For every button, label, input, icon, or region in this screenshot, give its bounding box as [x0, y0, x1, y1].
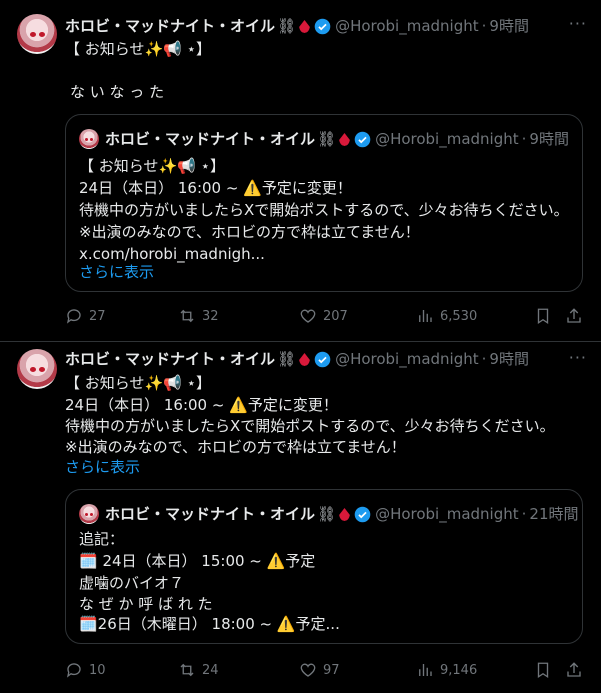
separator-dot: ·	[481, 350, 487, 368]
separator-dot: ·	[481, 17, 487, 35]
views-button[interactable]: 6,530	[416, 306, 477, 326]
verified-badge-icon	[354, 131, 371, 148]
tweet-text-line: ※出演のみなので、ホロビの方で枠は立てません！	[65, 438, 406, 456]
show-more-link[interactable]: さらに表示	[65, 457, 140, 477]
reply-button[interactable]: 10	[65, 660, 106, 680]
views-button[interactable]: 9,146	[416, 660, 477, 680]
bookmark-button[interactable]	[534, 660, 552, 680]
blood-drop-icon	[339, 133, 350, 146]
share-icon	[567, 662, 581, 677]
share-button[interactable]	[565, 660, 583, 680]
repost-icon	[180, 309, 194, 323]
tweet-text-line: な い な っ た	[70, 83, 165, 101]
tweet-text-line: 24日（本日） 16:00 ~ ⚠️予定に変更！	[65, 396, 338, 414]
quoted-author-name: ホロビ・マッドナイト・オイル	[105, 130, 316, 148]
quoted-text-line: 待機中の方がいましたらXで開始ポストするので、少々お待ちください。	[79, 201, 569, 219]
bookmark-icon	[537, 662, 549, 679]
quoted-time: 9時間	[529, 130, 569, 148]
repost-icon	[180, 663, 194, 677]
quoted-author-handle: @Horobi_madnight	[375, 130, 519, 148]
repost-button[interactable]: 32	[178, 306, 219, 326]
share-icon	[567, 308, 581, 323]
views-icon	[419, 664, 432, 676]
reply-count: 10	[89, 662, 106, 678]
quoted-text-line: 🗓️ 24日（本日） 15:00 ~ ⚠️予定	[79, 552, 316, 570]
view-count: 6,530	[440, 308, 478, 324]
avatar[interactable]	[17, 349, 57, 389]
author-name[interactable]: ホロビ・マッドナイト・オイル	[65, 16, 275, 36]
quoted-text-line: 【 お知らせ✨📢 ⋆】	[79, 157, 225, 175]
like-button[interactable]: 207	[299, 306, 348, 326]
avatar[interactable]	[17, 14, 57, 54]
more-options-icon[interactable]: ···	[569, 348, 587, 367]
reply-count: 27	[89, 308, 106, 324]
quoted-author-handle: @Horobi_madnight	[375, 505, 519, 523]
quoted-avatar	[79, 129, 99, 149]
more-options-icon[interactable]: ···	[569, 14, 587, 33]
tweet-text-line: 【 お知らせ✨📢 ⋆】	[65, 40, 211, 58]
verified-badge-icon	[314, 18, 331, 35]
separator-dot: ·	[521, 505, 527, 523]
tweet-2[interactable]: ホロビ・マッドナイト・オイル ⛓ @Horobi_madnight · 9時間 …	[0, 342, 601, 693]
quoted-header: ホロビ・マッドナイト・オイル ⛓ @Horobi_madnight · 9時間	[105, 129, 569, 149]
reply-icon	[66, 309, 81, 324]
verified-badge-icon	[314, 351, 331, 368]
like-count: 207	[323, 308, 348, 324]
repost-button[interactable]: 24	[178, 660, 219, 680]
quoted-author-name: ホロビ・マッドナイト・オイル	[105, 505, 316, 523]
quoted-text-line: 追記：	[79, 530, 125, 548]
quoted-time: 21時間	[529, 505, 579, 523]
quoted-tweet[interactable]: ホロビ・マッドナイト・オイル ⛓ @Horobi_madnight · 21時間…	[65, 489, 583, 644]
chain-icon: ⛓	[277, 350, 297, 368]
repost-count: 24	[202, 662, 219, 678]
chain-icon: ⛓	[317, 505, 337, 523]
repost-count: 32	[202, 308, 219, 324]
tweet-time[interactable]: 9時間	[489, 16, 529, 36]
tweet-text-line: 【 お知らせ✨📢 ⋆】	[65, 374, 211, 392]
bookmark-icon	[537, 308, 549, 325]
author-handle[interactable]: @Horobi_madnight	[335, 349, 479, 369]
quoted-avatar	[79, 504, 99, 524]
show-more-link[interactable]: さらに表示	[79, 262, 154, 282]
quoted-text-line: 虚噛のバイオ７	[79, 574, 185, 592]
chain-icon: ⛓	[277, 17, 297, 35]
tweet-time[interactable]: 9時間	[489, 349, 529, 369]
like-button[interactable]: 97	[299, 660, 340, 680]
blood-drop-icon	[299, 353, 310, 366]
tweet-1[interactable]: ホロビ・マッドナイト・オイル ⛓ @Horobi_madnight · 9時間 …	[0, 0, 601, 341]
blood-drop-icon	[339, 508, 350, 521]
author-handle[interactable]: @Horobi_madnight	[335, 16, 479, 36]
tweet-header: ホロビ・マッドナイト・オイル ⛓ @Horobi_madnight · 9時間	[65, 349, 529, 369]
views-icon	[419, 310, 432, 322]
quoted-text-line: 🗓️26日（木曜日） 18:00 ~ ⚠️予定...	[79, 615, 340, 633]
reply-icon	[66, 663, 81, 678]
bookmark-button[interactable]	[534, 306, 552, 326]
tweet-header: ホロビ・マッドナイト・オイル ⛓ @Horobi_madnight · 9時間	[65, 16, 529, 36]
share-button[interactable]	[565, 306, 583, 326]
tweet-text-line: 待機中の方がいましたらXで開始ポストするので、少々お待ちください。	[65, 417, 555, 435]
tweet-actions: 10 24 97 9,146	[65, 660, 587, 680]
quoted-text-line: ※出演のみなので、ホロビの方で枠は立てません！	[79, 223, 420, 241]
heart-icon	[300, 663, 316, 677]
author-name[interactable]: ホロビ・マッドナイト・オイル	[65, 349, 275, 369]
chain-icon: ⛓	[317, 130, 337, 148]
separator-dot: ·	[521, 130, 527, 148]
like-count: 97	[323, 662, 340, 678]
quoted-text-line: な ぜ か 呼 ば れ た	[79, 595, 213, 613]
view-count: 9,146	[440, 662, 478, 678]
quoted-tweet[interactable]: ホロビ・マッドナイト・オイル ⛓ @Horobi_madnight · 9時間 …	[65, 114, 583, 292]
quoted-text-line: 24日（本日） 16:00 ~ ⚠️予定に変更！	[79, 179, 352, 197]
verified-badge-icon	[354, 506, 371, 523]
reply-button[interactable]: 27	[65, 306, 106, 326]
quoted-text-line: x.com/horobi_madnigh...	[79, 245, 265, 263]
heart-icon	[300, 309, 316, 323]
blood-drop-icon	[299, 20, 310, 33]
tweet-actions: 27 32 207 6,530	[65, 306, 587, 326]
quoted-header: ホロビ・マッドナイト・オイル ⛓ @Horobi_madnight · 21時間	[105, 504, 579, 524]
